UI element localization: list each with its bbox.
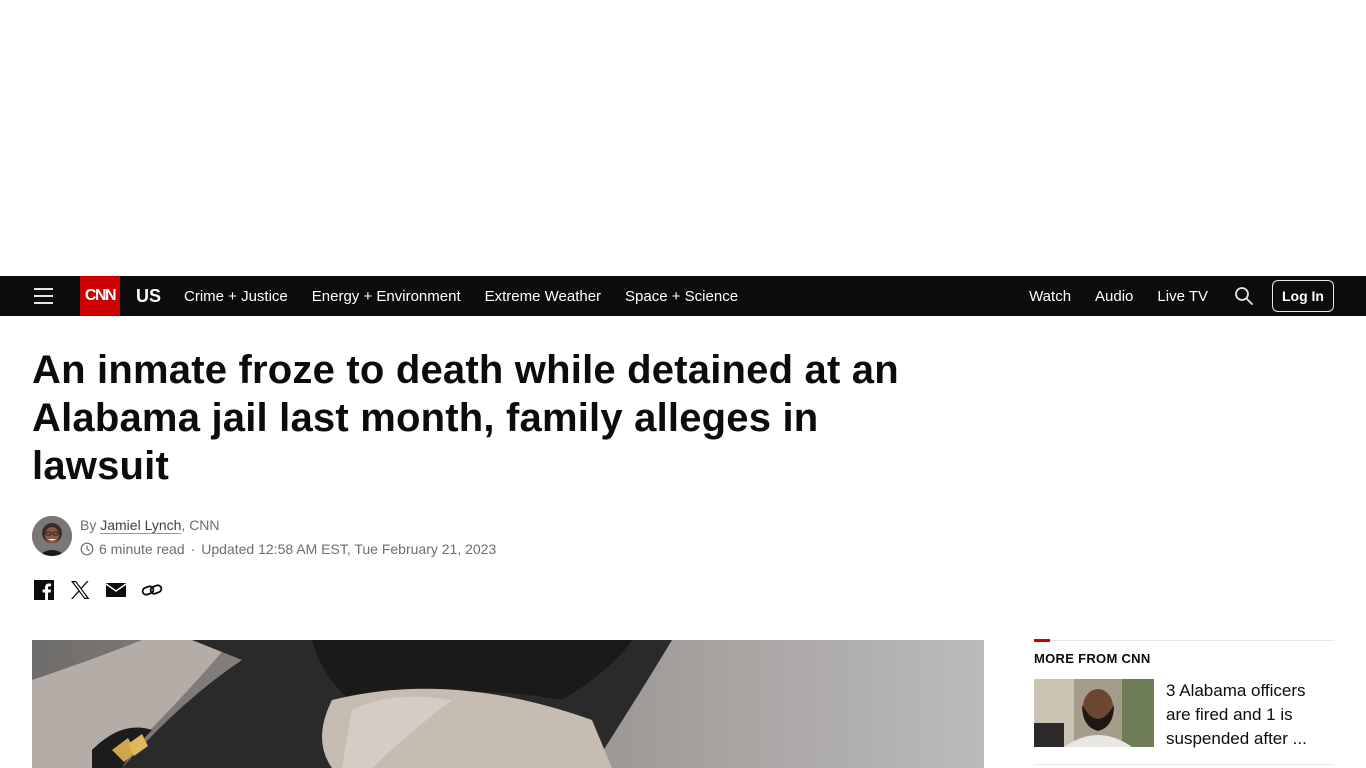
login-button[interactable]: Log In (1272, 280, 1334, 312)
nav-link-energy-environment[interactable]: Energy + Environment (312, 288, 461, 305)
author-link[interactable]: Jamiel Lynch (100, 517, 181, 533)
facebook-icon[interactable] (32, 578, 56, 602)
menu-icon[interactable] (34, 286, 54, 306)
read-time: 6 minute read (99, 541, 185, 557)
byline-prefix: By (80, 517, 101, 533)
nav-link-space-science[interactable]: Space + Science (625, 288, 738, 305)
separator-dot: · (190, 541, 196, 557)
author-avatar[interactable] (32, 516, 72, 556)
rail-title: MORE FROM CNN (1034, 651, 1151, 666)
hero-image[interactable] (32, 640, 984, 768)
byline-outlet: , CNN (181, 517, 220, 533)
clock-icon (80, 542, 94, 556)
share-bar (32, 578, 176, 602)
byline-block: By Jamiel Lynch, CNN 6 minute read · Upd… (32, 516, 632, 558)
timestamp: 6 minute read · Updated 12:58 AM EST, Tu… (80, 541, 496, 557)
top-nav: CNN US Crime + Justice Energy + Environm… (0, 276, 1366, 316)
x-icon[interactable] (68, 578, 92, 602)
rail-story-headline[interactable]: 3 Alabama officers are fired and 1 is su… (1166, 679, 1334, 751)
rail-story-thumbnail[interactable] (1034, 679, 1154, 747)
article-headline: An inmate froze to death while detained … (32, 348, 899, 488)
cnn-logo[interactable]: CNN (80, 276, 120, 316)
nav-link-crime-justice[interactable]: Crime + Justice (184, 288, 288, 305)
link-icon[interactable] (140, 578, 164, 602)
nav-link-watch[interactable]: Watch (1029, 288, 1071, 305)
nav-utilities: Watch Audio Live TV Log In (1005, 276, 1334, 316)
rail-divider (1034, 639, 1334, 642)
byline: By Jamiel Lynch, CNN (80, 517, 220, 533)
search-icon[interactable] (1234, 286, 1254, 306)
rail-divider-bottom (1034, 764, 1334, 765)
nav-link-live-tv[interactable]: Live TV (1157, 288, 1208, 305)
ad-space (0, 0, 1366, 276)
nav-link-audio[interactable]: Audio (1095, 288, 1133, 305)
updated-time: Updated 12:58 AM EST, Tue February 21, 2… (201, 541, 497, 557)
nav-link-extreme-weather[interactable]: Extreme Weather (485, 288, 601, 305)
section-title[interactable]: US (136, 276, 161, 316)
email-icon[interactable] (104, 578, 128, 602)
section-nav: Crime + Justice Energy + Environment Ext… (184, 276, 762, 316)
more-from-cnn: MORE FROM CNN 3 Alabama officers are fir… (1034, 639, 1334, 765)
rail-story[interactable]: 3 Alabama officers are fired and 1 is su… (1034, 679, 1334, 751)
